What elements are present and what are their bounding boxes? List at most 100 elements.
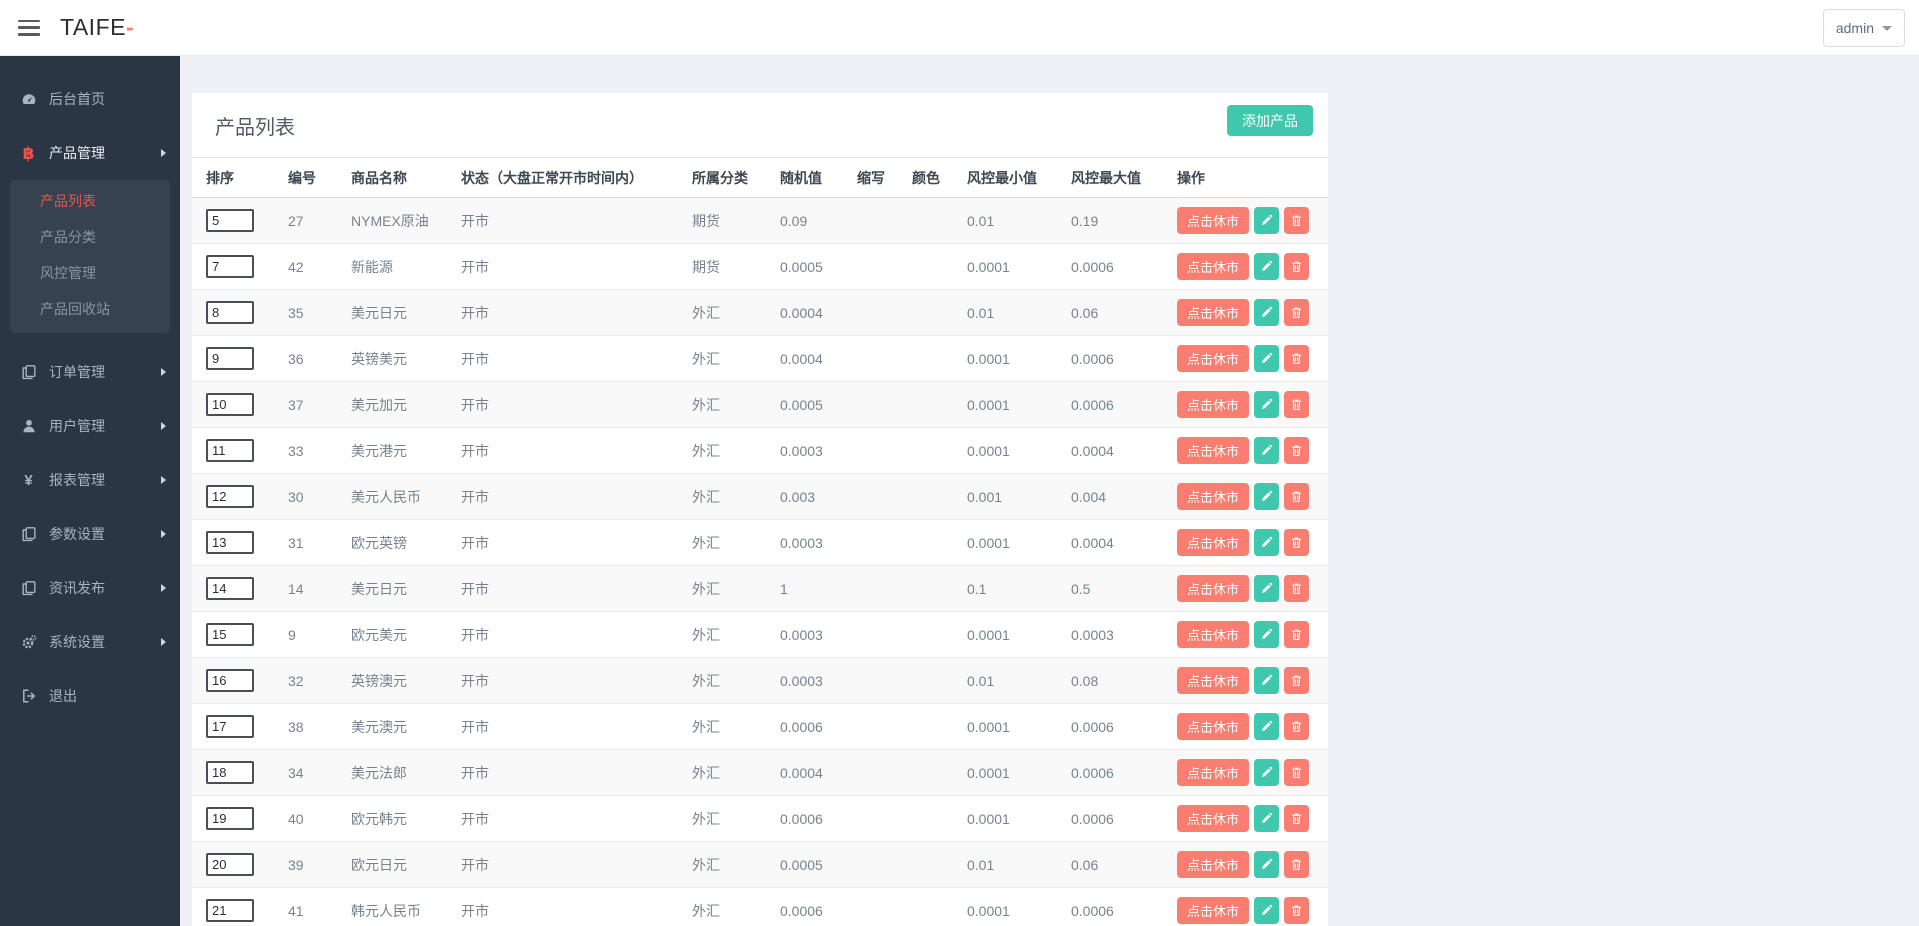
sidebar-item-reports[interactable]: ¥ 报表管理 — [0, 453, 180, 507]
sort-cell — [192, 520, 288, 566]
admin-user-dropdown[interactable]: admin — [1822, 9, 1905, 47]
signout-icon — [20, 688, 37, 705]
edit-button[interactable] — [1254, 621, 1280, 648]
delete-button[interactable] — [1284, 805, 1310, 832]
abbr-cell — [857, 796, 912, 842]
sidebar-item-orders[interactable]: 订单管理 — [0, 345, 180, 399]
category-cell: 外汇 — [692, 580, 720, 597]
close-market-button[interactable]: 点击休市 — [1177, 897, 1250, 924]
sort-input[interactable] — [206, 853, 254, 876]
sidebar-item-news[interactable]: 资讯发布 — [0, 561, 180, 615]
edit-button[interactable] — [1254, 667, 1280, 694]
edit-button[interactable] — [1254, 253, 1280, 280]
close-market-button[interactable]: 点击休市 — [1177, 483, 1250, 510]
add-product-button[interactable]: 添加产品 — [1227, 105, 1313, 136]
risk-max-cell: 0.19 — [1071, 212, 1099, 229]
delete-button[interactable] — [1284, 483, 1310, 510]
submenu-item-product-list[interactable]: 产品列表 — [10, 183, 170, 219]
status-cell: 开市 — [461, 350, 489, 367]
close-market-button[interactable]: 点击休市 — [1177, 851, 1250, 878]
sidebar-item-system-settings[interactable]: 系统设置 — [0, 615, 180, 669]
edit-button[interactable] — [1254, 483, 1280, 510]
abbr-cell — [857, 658, 912, 704]
edit-button[interactable] — [1254, 897, 1280, 924]
delete-button[interactable] — [1284, 759, 1310, 786]
edit-button[interactable] — [1254, 529, 1280, 556]
risk-min-cell: 0.0001 — [967, 396, 1010, 413]
sort-input[interactable] — [206, 715, 254, 738]
close-market-button[interactable]: 点击休市 — [1177, 759, 1250, 786]
edit-button[interactable] — [1254, 207, 1280, 234]
close-market-button[interactable]: 点击休市 — [1177, 667, 1250, 694]
delete-button[interactable] — [1284, 391, 1310, 418]
sort-input[interactable] — [206, 623, 254, 646]
products-submenu: 产品列表 产品分类 风控管理 产品回收站 — [10, 180, 170, 333]
product-id-cell: 33 — [288, 442, 304, 459]
close-market-button[interactable]: 点击休市 — [1177, 437, 1250, 464]
close-market-button[interactable]: 点击休市 — [1177, 713, 1250, 740]
sidebar-item-logout[interactable]: 退出 — [0, 669, 180, 723]
delete-button[interactable] — [1284, 529, 1310, 556]
delete-button[interactable] — [1284, 437, 1310, 464]
delete-button[interactable] — [1284, 621, 1310, 648]
delete-button[interactable] — [1284, 299, 1310, 326]
edit-button[interactable] — [1254, 345, 1280, 372]
color-cell — [912, 336, 967, 382]
edit-button[interactable] — [1254, 575, 1280, 602]
edit-button[interactable] — [1254, 391, 1280, 418]
sort-input[interactable] — [206, 899, 254, 922]
delete-button[interactable] — [1284, 575, 1310, 602]
close-market-button[interactable]: 点击休市 — [1177, 391, 1250, 418]
sort-input[interactable] — [206, 393, 254, 416]
delete-button[interactable] — [1284, 897, 1310, 924]
delete-button[interactable] — [1284, 851, 1310, 878]
submenu-item-product-recycle[interactable]: 产品回收站 — [10, 291, 170, 327]
sort-input[interactable] — [206, 209, 254, 232]
edit-button[interactable] — [1254, 299, 1280, 326]
close-market-button[interactable]: 点击休市 — [1177, 253, 1250, 280]
close-market-button[interactable]: 点击休市 — [1177, 299, 1250, 326]
product-name-cell: 美元澳元 — [351, 718, 407, 735]
sort-input[interactable] — [206, 531, 254, 554]
sort-input[interactable] — [206, 301, 254, 324]
sidebar-item-parameters[interactable]: 参数设置 — [0, 507, 180, 561]
sidebar-item-dashboard[interactable]: 后台首页 — [0, 72, 180, 126]
risk-min-cell: 0.0001 — [967, 534, 1010, 551]
page-title: 产品列表 — [215, 117, 295, 139]
bitcoin-icon: ฿ — [22, 143, 35, 163]
close-market-button[interactable]: 点击休市 — [1177, 621, 1250, 648]
close-market-button[interactable]: 点击休市 — [1177, 207, 1250, 234]
submenu-item-product-category[interactable]: 产品分类 — [10, 219, 170, 255]
risk-min-cell: 0.1 — [967, 580, 987, 597]
delete-button[interactable] — [1284, 713, 1310, 740]
sort-input[interactable] — [206, 669, 254, 692]
edit-button[interactable] — [1254, 805, 1280, 832]
sort-input[interactable] — [206, 485, 254, 508]
sort-input[interactable] — [206, 761, 254, 784]
close-market-button[interactable]: 点击休市 — [1177, 529, 1250, 556]
edit-button[interactable] — [1254, 713, 1280, 740]
delete-button[interactable] — [1284, 253, 1310, 280]
sidebar-item-products[interactable]: ฿ 产品管理 — [0, 126, 180, 180]
delete-button[interactable] — [1284, 345, 1310, 372]
edit-button[interactable] — [1254, 759, 1280, 786]
delete-button[interactable] — [1284, 667, 1310, 694]
delete-button[interactable] — [1284, 207, 1310, 234]
sort-input[interactable] — [206, 577, 254, 600]
sort-input[interactable] — [206, 347, 254, 370]
sidebar-item-users[interactable]: 用户管理 — [0, 399, 180, 453]
table-row: 14 美元日元 开市 外汇 1 0.1 0.5 点击休市 — [192, 565, 1328, 612]
edit-button[interactable] — [1254, 851, 1280, 878]
close-market-button[interactable]: 点击休市 — [1177, 575, 1250, 602]
close-market-button[interactable]: 点击休市 — [1177, 345, 1250, 372]
sort-cell — [192, 198, 288, 244]
close-market-button[interactable]: 点击休市 — [1177, 805, 1250, 832]
sidebar-toggle-icon[interactable] — [18, 19, 40, 36]
color-cell — [912, 474, 967, 520]
sort-input[interactable] — [206, 807, 254, 830]
sort-input[interactable] — [206, 255, 254, 278]
product-id-cell: 35 — [288, 304, 304, 321]
submenu-item-risk-management[interactable]: 风控管理 — [10, 255, 170, 291]
sort-input[interactable] — [206, 439, 254, 462]
edit-button[interactable] — [1254, 437, 1280, 464]
